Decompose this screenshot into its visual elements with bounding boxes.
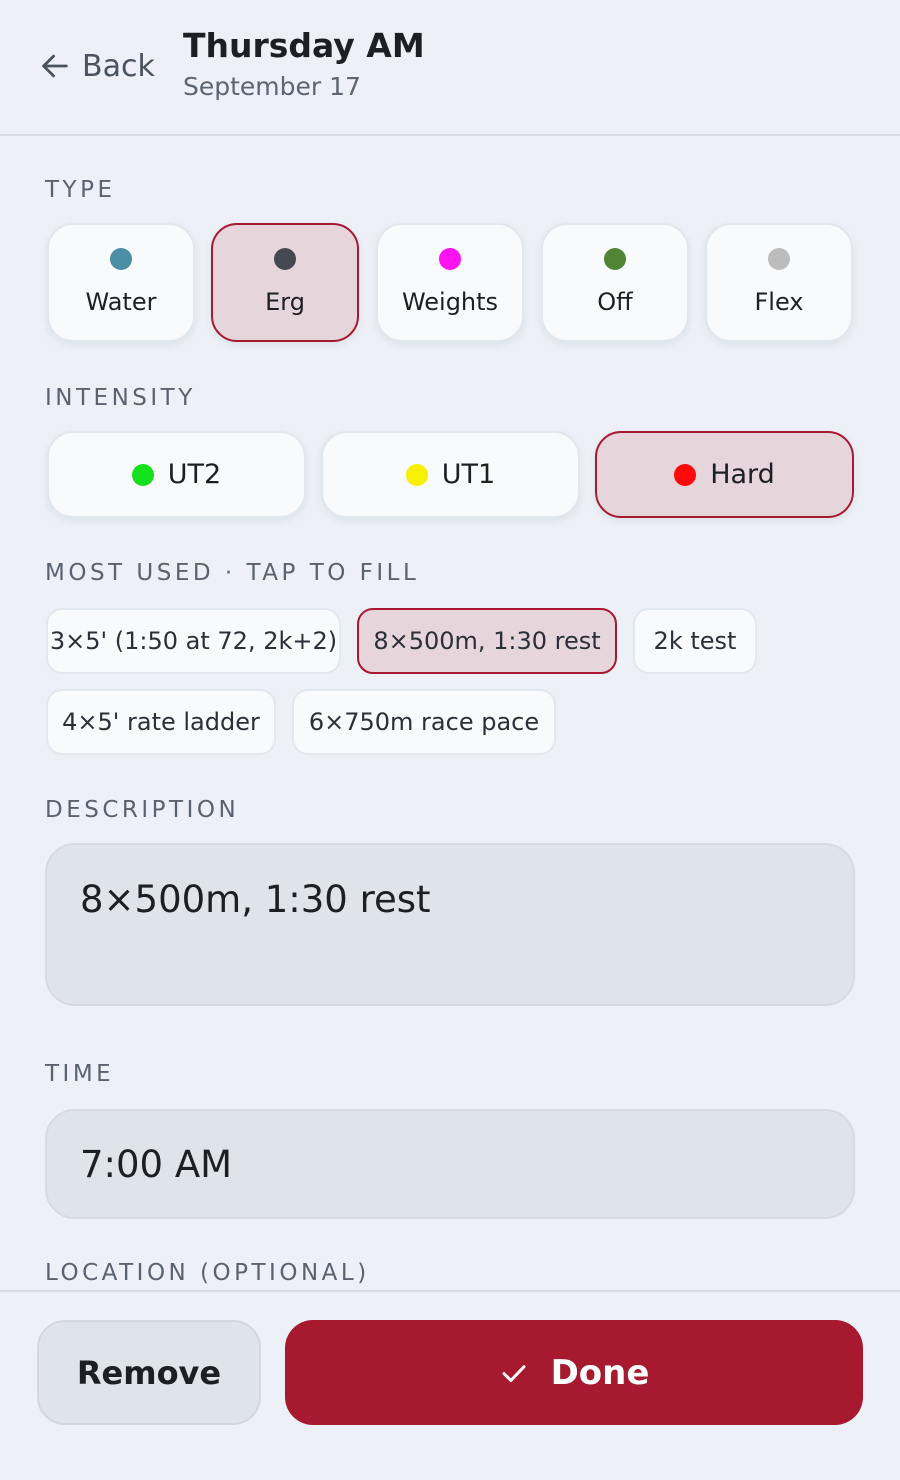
remove-label: Remove [76, 1353, 222, 1392]
erg-color-dot [274, 248, 296, 270]
intensity-option-label: UT1 [441, 459, 496, 490]
ut1-color-dot [405, 463, 428, 486]
back-label: Back [82, 48, 155, 84]
type-option-label: Flex [754, 288, 804, 316]
header-bar: Back Thursday AM September 17 [0, 0, 900, 136]
arrow-left-icon [42, 54, 68, 78]
page-title: Thursday AM [183, 26, 425, 65]
type-option-weights[interactable]: Weights [376, 223, 524, 342]
most-used-chip[interactable]: 4×5' rate ladder [46, 689, 276, 755]
hard-color-dot [674, 463, 697, 486]
intensity-option-ut1[interactable]: UT1 [321, 431, 580, 518]
most-used-section-label: MOST USED · TAP TO FILL [45, 560, 420, 586]
flex-color-dot [768, 248, 790, 270]
remove-button[interactable]: Remove [37, 1320, 261, 1425]
intensity-option-label: Hard [710, 459, 775, 490]
intensity-section-label: INTENSITY [45, 385, 196, 411]
back-button[interactable]: Back [38, 46, 155, 86]
weights-color-dot [439, 248, 461, 270]
type-option-label: Erg [265, 288, 305, 316]
intensity-option-ut2[interactable]: UT2 [47, 431, 306, 518]
intensity-option-label: UT2 [167, 459, 222, 490]
type-option-off[interactable]: Off [541, 223, 689, 342]
most-used-chip[interactable]: 2k test [633, 608, 757, 674]
description-section-label: DESCRIPTION [45, 797, 240, 823]
type-section-label: TYPE [45, 177, 116, 203]
off-color-dot [604, 248, 626, 270]
description-value: 8×500m, 1:30 rest [80, 878, 431, 921]
time-value: 7:00 AM [80, 1142, 233, 1186]
checkmark-icon [502, 1364, 526, 1382]
type-option-label: Off [597, 288, 633, 316]
time-section-label: TIME [45, 1061, 115, 1087]
description-input[interactable]: 8×500m, 1:30 rest [45, 843, 855, 1006]
type-option-water[interactable]: Water [47, 223, 195, 342]
ut2-color-dot [131, 463, 154, 486]
water-color-dot [110, 248, 132, 270]
done-button[interactable]: Done [285, 1320, 863, 1425]
location-section-label: LOCATION (OPTIONAL) [45, 1260, 370, 1286]
page-subtitle: September 17 [183, 72, 361, 101]
most-used-chip[interactable]: 6×750m race pace [292, 689, 556, 755]
type-option-label: Weights [401, 288, 499, 316]
most-used-chip[interactable]: 3×5' (1:50 at 72, 2k+2) [46, 608, 341, 674]
type-option-flex[interactable]: Flex [705, 223, 853, 342]
type-option-label: Water [85, 288, 157, 316]
type-option-erg[interactable]: Erg [211, 223, 359, 342]
time-input[interactable]: 7:00 AM [45, 1109, 855, 1219]
most-used-chip[interactable]: 8×500m, 1:30 rest [357, 608, 617, 674]
intensity-option-hard[interactable]: Hard [595, 431, 854, 518]
done-label: Done [550, 1352, 650, 1393]
